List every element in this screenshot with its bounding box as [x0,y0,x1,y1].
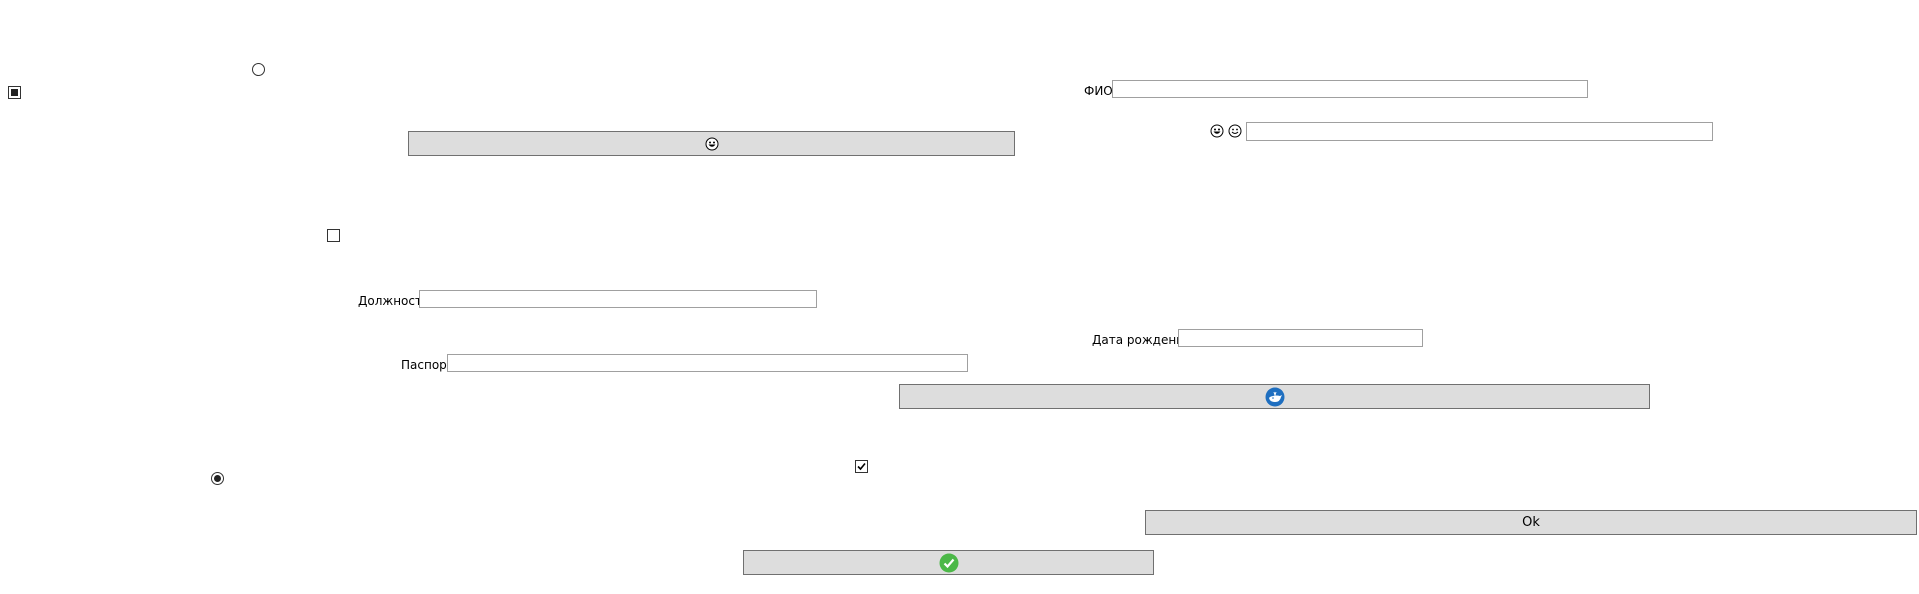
checkbox-indeterminate-fill [11,89,18,96]
check-circle-icon [939,553,958,572]
checkbox-checked[interactable] [855,460,868,473]
grinning-face-icon [1210,124,1224,138]
fio-input[interactable] [1112,80,1588,98]
emoji-input[interactable] [1246,122,1713,141]
ok-button[interactable]: Ok [1145,510,1917,535]
data-rozhdeniya-label: Дата рождения [1092,333,1192,347]
smiley-face-icon [1228,124,1242,138]
emoji-field-icons [1210,124,1242,138]
radio-bottom-dot [214,475,221,482]
radio-top[interactable] [252,63,265,76]
data-rozhdeniya-input[interactable] [1178,329,1423,347]
checkbox-indeterminate[interactable] [8,86,21,99]
emoji-button[interactable] [408,131,1015,156]
checkbox-empty[interactable] [327,229,340,242]
grinning-face-icon [705,137,718,150]
whale-icon [1265,387,1284,406]
check-button[interactable] [743,550,1154,575]
checkmark-icon [857,462,866,471]
fio-label: ФИО [1084,84,1113,98]
radio-bottom[interactable] [211,472,224,485]
pasport-label: Паспорт [401,358,454,372]
dolzhnost-input[interactable] [419,290,817,308]
whale-button[interactable] [899,384,1650,409]
pasport-input[interactable] [447,354,968,372]
